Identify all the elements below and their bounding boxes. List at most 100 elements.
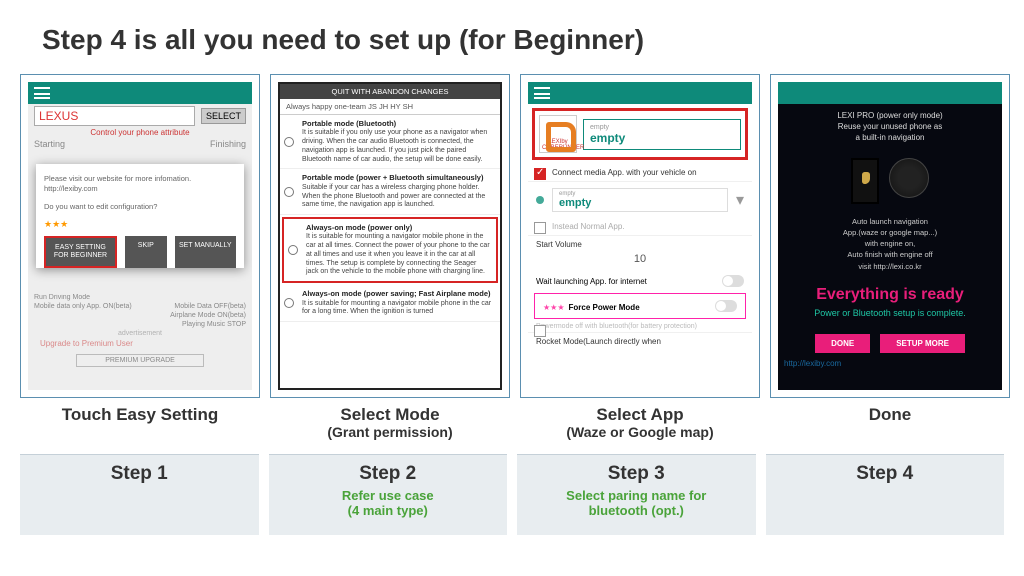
- mode1-title: Portable mode (Bluetooth): [302, 119, 494, 128]
- radio-icon[interactable]: [284, 137, 294, 147]
- caption-1: Touch Easy Setting: [20, 406, 260, 425]
- hdr3: a built-in navigation: [856, 133, 925, 142]
- run-driving: Run Driving Mode: [34, 294, 246, 301]
- step3-sub: Select paring name for bluetooth (opt.): [517, 489, 756, 519]
- mode-option-4[interactable]: Always-on mode (power saving; Fast Airpl…: [280, 285, 500, 322]
- team-label: Always happy one-team JS JH HY SH: [280, 99, 500, 115]
- step1-column: LEXUS SELECT Control your phone attribut…: [20, 74, 260, 425]
- phone-icon: [851, 158, 879, 204]
- step3-column: LEXIby CUBERUNNER empty empty Connect me…: [520, 74, 760, 440]
- step4-label: Step 4: [766, 463, 1005, 485]
- wait-internet-row[interactable]: Wait launching App. for internet: [528, 271, 752, 291]
- screenshot-3: LEXIby CUBERUNNER empty empty Connect me…: [528, 82, 752, 390]
- mode2-title: Portable mode (power + Bluetooth simulta…: [302, 173, 494, 182]
- force-label: Force Power Mode: [569, 303, 640, 312]
- app-icon[interactable]: LEXIby CUBERUNNER: [539, 115, 577, 153]
- info3: with engine on,: [865, 239, 915, 248]
- stars-icon: ★★★: [543, 303, 565, 312]
- app-value: empty: [590, 131, 734, 145]
- force-power-row[interactable]: ★★★ Force Power Mode: [534, 293, 746, 319]
- normal-app-item[interactable]: Instead Normal App.: [528, 218, 752, 236]
- dashboard-illustration: [778, 150, 1002, 212]
- start-volume-label: Start Volume: [528, 236, 752, 253]
- connect-label: Connect media App. with your vehicle on: [552, 168, 697, 177]
- mode-option-2[interactable]: Portable mode (power + Bluetooth simulta…: [280, 169, 500, 215]
- select-button[interactable]: SELECT: [201, 108, 246, 124]
- screenshot-2: QUIT WITH ABANDON CHANGES Always happy o…: [278, 82, 502, 390]
- ready-subtitle: Power or Bluetooth setup is complete.: [778, 304, 1002, 324]
- advert-label: advertisement: [34, 330, 246, 337]
- ready-title: Everything is ready: [778, 286, 1002, 304]
- bt-value: empty: [559, 197, 721, 209]
- checkbox-icon[interactable]: [534, 222, 546, 234]
- phone-frame-3: LEXIby CUBERUNNER empty empty Connect me…: [520, 74, 760, 398]
- control-label: Control your phone attribute: [28, 128, 252, 137]
- hdr2: Reuse your unused phone as: [838, 122, 943, 131]
- stars-icon: ★★★: [44, 219, 236, 230]
- chevron-down-icon[interactable]: ▾: [736, 190, 744, 210]
- done-button[interactable]: DONE: [815, 334, 870, 353]
- radio-icon[interactable]: [288, 245, 298, 255]
- setup-more-button[interactable]: SETUP MORE: [880, 334, 965, 353]
- radio-icon[interactable]: [284, 187, 294, 197]
- step2-label: Step 2: [269, 463, 508, 485]
- mode-option-3[interactable]: Always-on mode (power only) It is suitab…: [282, 217, 498, 283]
- step2-sub: Refer use case (4 main type): [269, 489, 508, 519]
- connect-media-item[interactable]: Connect media App. with your vehicle on: [528, 164, 752, 182]
- pro-header: LEXI PRO (power only mode) Reuse your un…: [778, 104, 1002, 150]
- normal-label: Instead Normal App.: [552, 222, 624, 231]
- info5: visit http://lexi.co.kr: [858, 262, 921, 271]
- pmoff-label: Powermode off with bluetooth(for battery…: [536, 323, 697, 330]
- mobile-data-off: Mobile Data OFF(beta): [174, 303, 246, 310]
- bluetooth-row[interactable]: empty empty ▾: [528, 182, 752, 218]
- phone-frame-4: LEXI PRO (power only mode) Reuse your un…: [770, 74, 1010, 398]
- gauge-icon: [889, 158, 929, 198]
- airplane-mode: Airplane Mode ON(beta): [170, 312, 246, 319]
- caption-3-main: Select App: [596, 405, 683, 424]
- vehicle-input[interactable]: LEXUS: [34, 106, 195, 126]
- starting-label: Starting: [34, 139, 65, 149]
- wait-label: Wait launching App. for internet: [536, 277, 647, 286]
- app-select-row[interactable]: LEXIby CUBERUNNER empty empty: [532, 108, 748, 160]
- url-label: http://lexiby.com: [778, 359, 1002, 368]
- caption-3: Select App (Waze or Google map): [520, 406, 760, 440]
- rocket-mode-label: Rocket Mode(Launch directly when: [528, 333, 752, 350]
- set-manually-button[interactable]: SET MANUALLY: [175, 236, 236, 267]
- config-dialog: Please visit our website for more infoma…: [36, 164, 244, 268]
- hamburger-icon[interactable]: [34, 87, 50, 99]
- info-text: Auto launch navigation App.(waze or goog…: [778, 212, 1002, 280]
- premium-upgrade-button[interactable]: PREMIUM UPGRADE: [76, 354, 203, 367]
- easy-setting-button[interactable]: EASY SETTING FOR BEGINNER: [44, 236, 117, 267]
- mode2-desc: Suitable if your car has a wireless char…: [302, 184, 485, 209]
- step4-column: LEXI PRO (power only mode) Reuse your un…: [770, 74, 1010, 425]
- app-select-box[interactable]: empty empty: [583, 119, 741, 150]
- info1: Auto launch navigation: [852, 217, 928, 226]
- finishing-label: Finishing: [210, 139, 246, 149]
- toggle-icon[interactable]: [722, 275, 744, 287]
- toggle-icon[interactable]: [715, 300, 737, 312]
- caption-2-main: Select Mode: [340, 405, 439, 424]
- mode4-title: Always-on mode (power saving; Fast Airpl…: [302, 289, 494, 298]
- playing-stop: Playing Music STOP: [182, 321, 246, 328]
- upgrade-label: Upgrade to Premium User: [34, 337, 246, 350]
- step3-box: Step 3 Select paring name for bluetooth …: [517, 454, 756, 535]
- checkbox-icon[interactable]: [534, 168, 546, 180]
- app-label: empty: [590, 124, 734, 131]
- skip-button[interactable]: SKIP: [125, 236, 167, 267]
- powermode-off-item: Powermode off with bluetooth(for battery…: [528, 321, 752, 333]
- quit-header[interactable]: QUIT WITH ABANDON CHANGES: [280, 84, 500, 99]
- dialog-visit-text: Please visit our website for more infoma…: [44, 174, 236, 194]
- screenshot-1: LEXUS SELECT Control your phone attribut…: [28, 82, 252, 390]
- volume-value[interactable]: 10: [528, 253, 752, 271]
- hamburger-icon[interactable]: [534, 87, 550, 99]
- mobile-data-app: Mobile data only App. ON(beta): [34, 303, 132, 310]
- caption-4: Done: [770, 406, 1010, 425]
- phone-frame-1: LEXUS SELECT Control your phone attribut…: [20, 74, 260, 398]
- page-title: Step 4 is all you need to set up (for Be…: [42, 24, 644, 56]
- radio-icon[interactable]: [284, 298, 294, 308]
- mode1-desc: It is suitable if you only use your phon…: [302, 129, 487, 162]
- mode-option-1[interactable]: Portable mode (Bluetooth) It is suitable…: [280, 115, 500, 169]
- step2-column: QUIT WITH ABANDON CHANGES Always happy o…: [270, 74, 510, 440]
- caption-2: Select Mode (Grant permission): [270, 406, 510, 440]
- dialog-question: Do you want to edit configuration?: [44, 202, 236, 212]
